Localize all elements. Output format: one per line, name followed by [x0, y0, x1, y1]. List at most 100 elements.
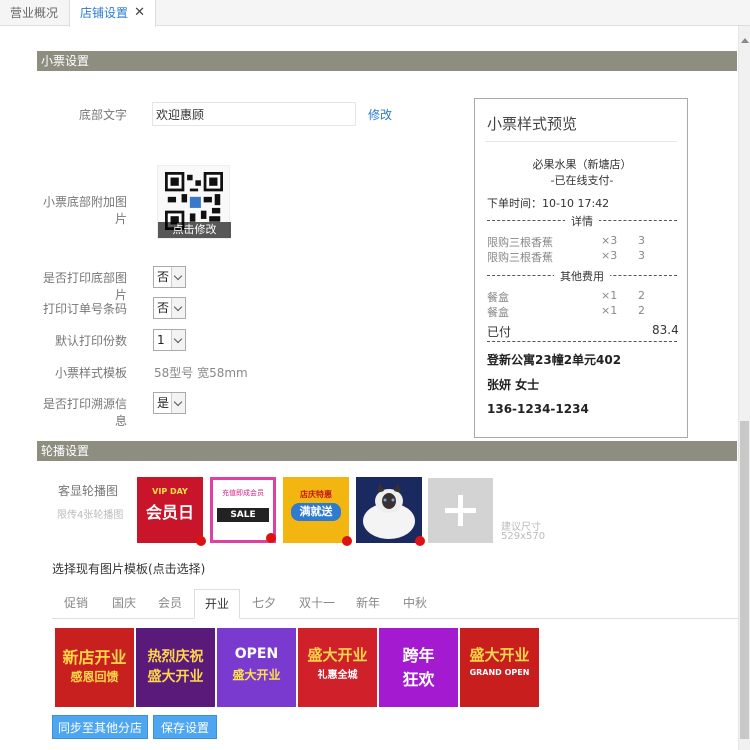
template-thumbnail[interactable]: 新店开业 感恩回馈 — [55, 628, 134, 707]
scroll-up-arrow-icon[interactable] — [741, 38, 749, 43]
print-footer-image-label: 是否打印底部图片 — [42, 271, 127, 302]
delete-icon[interactable] — [342, 536, 352, 546]
chevron-down-icon — [171, 330, 185, 350]
divider — [485, 141, 677, 142]
preview-title: 小票样式预览 — [487, 115, 578, 133]
fee-name: 餐盒 — [487, 291, 509, 304]
paid-note: -已在线支付- — [550, 174, 614, 187]
paid-amount: 83.4 — [652, 323, 679, 337]
template-subtitle: 感恩回馈 — [70, 670, 119, 684]
item-name: 限购三根香蕉 — [487, 236, 553, 249]
qr-code-image[interactable]: 点击修改 — [157, 165, 231, 239]
select-value: 1 — [157, 333, 165, 347]
item-price: 3 — [638, 249, 645, 262]
add-banner-button[interactable] — [428, 478, 493, 543]
template-subtitle: 狂欢 — [402, 670, 435, 689]
delete-icon[interactable] — [415, 536, 425, 546]
template-title: 盛大开业 — [469, 646, 530, 664]
details-label: 详情 — [475, 213, 689, 229]
ticket-preview-panel: 小票样式预览 必果水果（新塘店） -已在线支付- 下单时间：10-10 17:4… — [474, 98, 688, 438]
customer-name: 张妍 女士 — [487, 378, 540, 392]
select-value: 否 — [157, 270, 170, 284]
size-hint-value: 529x570 — [501, 531, 546, 542]
tab-bar: 营业概况 店铺设置 ✕ — [0, 0, 750, 27]
chevron-down-icon — [171, 267, 185, 287]
details-label-text: 详情 — [565, 215, 599, 228]
carousel-banner[interactable]: 店庆特惠 满就送 — [283, 477, 352, 546]
banner-title: SALE — [217, 508, 269, 522]
template-thumbnail[interactable]: 跨年 狂欢 — [379, 628, 458, 707]
vertical-scrollbar[interactable] — [738, 26, 750, 750]
banner-title: 会员日 — [145, 503, 194, 522]
tab-business-overview[interactable]: 营业概况 — [0, 0, 68, 26]
carousel-banner[interactable]: 充值即成会员 SALE — [210, 477, 276, 543]
footer-text-label: 底部文字 — [78, 108, 127, 122]
template-title: 新店开业 — [62, 648, 127, 667]
choose-template-label: 选择现有图片模板(点击选择) — [52, 562, 206, 576]
banner-subtitle: VIP DAY — [152, 487, 188, 496]
tab-mid-autumn[interactable]: 中秋 — [397, 589, 433, 619]
carousel-label: 客显轮播图 — [57, 484, 118, 498]
delete-icon[interactable] — [266, 533, 276, 543]
template-value: 58型号 宽58mm — [154, 366, 248, 380]
modify-link[interactable]: 修改 — [368, 106, 392, 123]
tab-new-year[interactable]: 新年 — [350, 589, 386, 619]
other-fees-label: 其他费用 — [475, 268, 689, 284]
template-thumbnail[interactable]: 盛大开业 礼惠全城 — [298, 628, 377, 707]
tab-store-settings[interactable]: 店铺设置 ✕ — [69, 0, 156, 27]
footer-image-label: 小票底部附加图片 — [42, 195, 127, 226]
tab-opening[interactable]: 开业 — [194, 589, 240, 619]
item-qty: ×3 — [601, 234, 618, 247]
tab-label: 店铺设置 — [80, 6, 129, 20]
delete-icon[interactable] — [196, 536, 206, 546]
chevron-down-icon — [171, 298, 185, 318]
template-thumbnail[interactable]: OPEN 盛大开业 — [217, 628, 296, 707]
select-value: 否 — [157, 301, 170, 315]
print-trace-label: 是否打印溯源信息 — [42, 397, 127, 428]
print-footer-image-select[interactable]: 否 — [153, 266, 186, 288]
template-subtitle: 盛大开业 — [232, 668, 281, 682]
other-fees-label-text: 其他费用 — [554, 270, 610, 283]
dashed-divider — [487, 341, 677, 342]
shop-name: 必果水果（新塘店） — [532, 158, 632, 171]
phone: 136-1234-1234 — [487, 402, 589, 416]
fee-qty: ×1 — [601, 289, 618, 302]
scrollbar-thumb[interactable] — [740, 421, 749, 739]
tab-qixi[interactable]: 七夕 — [246, 589, 282, 619]
template-title: 跨年 — [402, 646, 435, 665]
banner-subtitle: 店庆特惠 — [300, 490, 332, 499]
close-icon[interactable]: ✕ — [134, 0, 145, 26]
template-thumbnail[interactable]: 热烈庆祝 盛大开业 — [136, 628, 215, 707]
carousel-banner[interactable]: VIP DAY 会员日 — [137, 477, 206, 546]
tab-double-eleven[interactable]: 双十一 — [296, 589, 338, 619]
template-title: OPEN — [234, 646, 279, 662]
fee-qty: ×1 — [601, 304, 618, 317]
print-copies-label: 默认打印份数 — [54, 334, 127, 348]
fee-price: 2 — [638, 304, 645, 317]
tab-promo[interactable]: 促销 — [58, 589, 94, 619]
print-barcode-label: 打印订单号条码 — [42, 302, 127, 316]
template-label: 小票样式模板 — [54, 366, 127, 380]
address: 登新公寓23幢2单元402 — [487, 353, 622, 367]
select-value: 是 — [157, 396, 170, 410]
fee-name: 餐盒 — [487, 306, 509, 319]
carousel-settings-header: 轮播设置 — [37, 441, 737, 461]
banner-subtitle: 充值即成会员 — [222, 489, 264, 497]
save-settings-button[interactable]: 保存设置 — [153, 715, 217, 739]
print-barcode-select[interactable]: 否 — [153, 297, 186, 319]
item-qty: ×3 — [601, 249, 618, 262]
ticket-settings-header: 小票设置 — [37, 51, 737, 71]
cat-photo — [363, 483, 415, 539]
carousel-banner[interactable] — [356, 477, 425, 546]
tab-national-day[interactable]: 国庆 — [106, 589, 142, 619]
item-name: 限购三根香蕉 — [487, 251, 553, 264]
footer-text-input[interactable] — [152, 102, 356, 126]
print-trace-select[interactable]: 是 — [153, 392, 186, 414]
template-thumbnail[interactable]: 盛大开业 GRAND OPEN — [460, 628, 539, 707]
paid-label: 已付 — [487, 325, 512, 339]
sync-to-branches-button[interactable]: 同步至其他分店 — [52, 715, 148, 739]
print-copies-select[interactable]: 1 — [153, 329, 186, 351]
template-title: 盛大开业 — [307, 646, 368, 664]
template-subtitle: 礼惠全城 — [317, 670, 358, 681]
tab-member[interactable]: 会员 — [152, 589, 188, 619]
